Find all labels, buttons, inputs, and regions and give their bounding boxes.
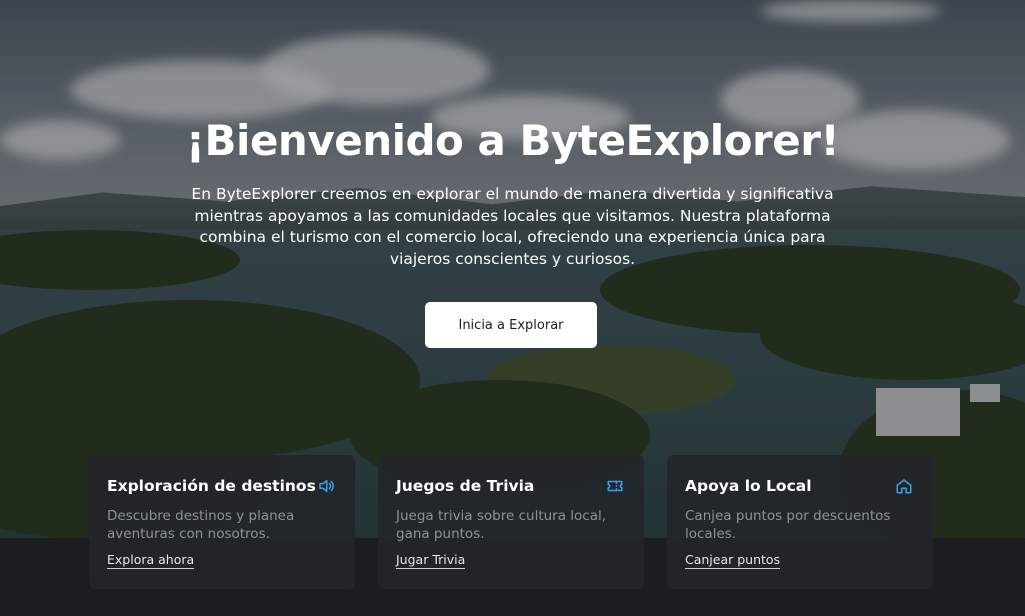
hero-description: En ByteExplorer creemos en explorar el m… (191, 185, 834, 268)
card-title: Juegos de Trivia (396, 477, 535, 495)
speaker-icon (319, 480, 334, 492)
feature-card-destinations: Exploración de destinos Descubre destino… (89, 455, 355, 589)
card-description: Canjea puntos por descuentos locales. (685, 508, 891, 542)
hero-title: ¡Bienvenido a ByteExplorer! (185, 116, 840, 165)
feature-card-trivia: Juegos de Trivia Juega trivia sobre cult… (378, 455, 644, 589)
play-trivia-link[interactable]: Jugar Trivia (396, 552, 466, 569)
ticket-icon (607, 480, 623, 492)
redeem-points-link[interactable]: Canjear puntos (685, 552, 781, 569)
feature-card-local: Apoya lo Local Canjea puntos por descuen… (667, 455, 933, 589)
home-icon (896, 479, 912, 494)
card-title: Exploración de destinos (107, 477, 316, 495)
start-exploring-button[interactable]: Inicia a Explorar (425, 302, 597, 348)
card-description: Descubre destinos y planea aventuras con… (107, 508, 295, 542)
card-description: Juega trivia sobre cultura local, gana p… (396, 508, 607, 542)
card-title: Apoya lo Local (685, 477, 812, 495)
explore-now-link[interactable]: Explora ahora (107, 552, 195, 569)
